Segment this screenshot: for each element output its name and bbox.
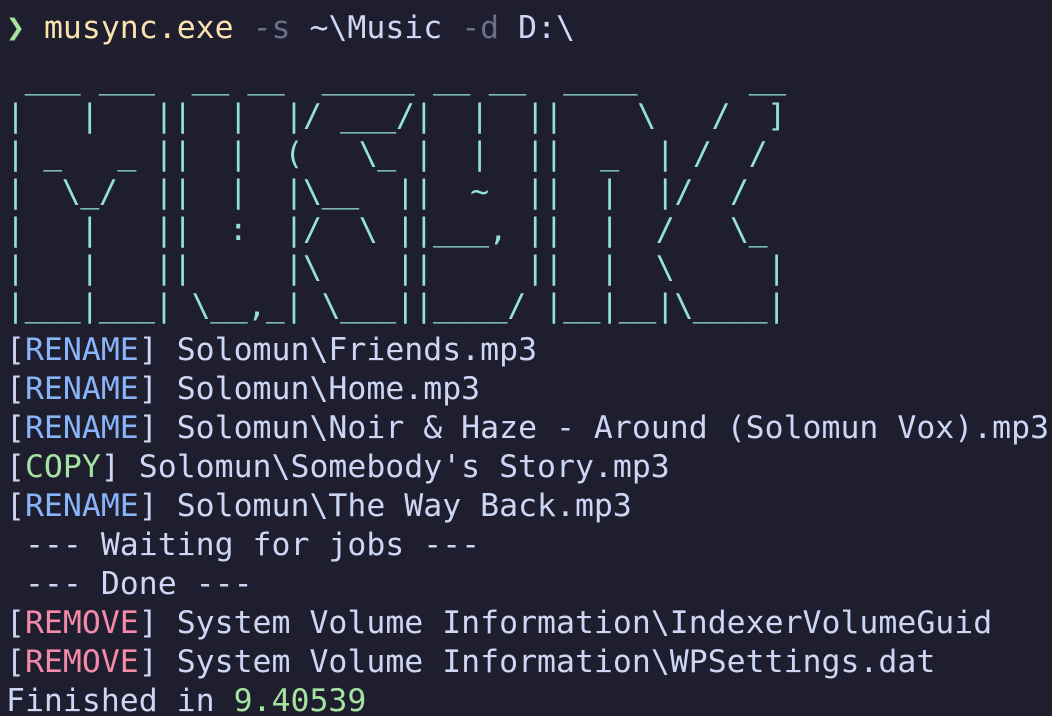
copy-tag: COPY <box>24 449 101 485</box>
log-path: System Volume Information\IndexerVolumeG… <box>176 605 993 641</box>
source-path: ~\Music <box>309 10 443 46</box>
logo-line: | | || |\ || || | \ | <box>6 250 786 286</box>
log-entry: [REMOVE] System Volume Information\WPSet… <box>6 644 936 680</box>
rename-tag: RENAME <box>24 332 139 368</box>
log-path: Solomun\Somebody's Story.mp3 <box>138 449 670 485</box>
log-entry: [COPY] Solomun\Somebody's Story.mp3 <box>6 449 670 485</box>
finished-line: Finished in 9.40539 <box>6 682 1052 716</box>
waiting-status: --- Waiting for jobs --- <box>6 527 481 563</box>
log-path: Solomun\The Way Back.mp3 <box>176 488 632 524</box>
elapsed-time: 9.40539 <box>233 683 367 716</box>
logo-line: | \_/ || | |\__ || ~ || | |/ / <box>6 174 786 210</box>
remove-tag: REMOVE <box>24 605 139 641</box>
dest-path: D:\ <box>518 10 576 46</box>
logo-line: | | || | |/ ___/| | || \ / ] <box>6 98 786 134</box>
log-path: Solomun\Home.mp3 <box>176 371 481 407</box>
remove-tag: REMOVE <box>24 644 139 680</box>
log-entry: [RENAME] Solomun\The Way Back.mp3 <box>6 488 632 524</box>
logo-line: | _ _ || | ( \_ | | || _ | / / <box>6 136 786 172</box>
logo-line: ___ ___ __ __ _____ __ __ ____ __ <box>6 60 805 96</box>
terminal-window[interactable]: ❯ musync.exe -s ~\Music -d D:\ ___ ___ _… <box>0 0 1052 716</box>
done-status: --- Done --- <box>6 566 253 602</box>
log-path: System Volume Information\WPSettings.dat <box>176 644 936 680</box>
log-path: Solomun\Noir & Haze - Around (Solomun Vo… <box>176 410 1050 446</box>
logo-line: | | || : |/ \ ||___, || | / \_ <box>6 212 786 248</box>
command-prompt-line: ❯ musync.exe -s ~\Music -d D:\ <box>6 8 1052 49</box>
log-path: Solomun\Friends.mp3 <box>176 332 538 368</box>
logo-line: |___|___| \__,_| \___||____/ |__|__|\___… <box>6 288 786 324</box>
command-name: musync.exe <box>43 10 234 46</box>
dest-flag: -d <box>461 10 500 46</box>
rename-tag: RENAME <box>24 371 139 407</box>
source-flag: -s <box>252 10 291 46</box>
log-entry: [RENAME] Solomun\Friends.mp3 <box>6 332 538 368</box>
rename-tag: RENAME <box>24 410 139 446</box>
log-entry: [REMOVE] System Volume Information\Index… <box>6 605 993 641</box>
log-entry: [RENAME] Solomun\Home.mp3 <box>6 371 481 407</box>
finished-label: Finished in <box>6 683 215 716</box>
ascii-logo: ___ ___ __ __ _____ __ __ ____ __ | | ||… <box>6 59 1052 325</box>
log-entry: [RENAME] Solomun\Noir & Haze - Around (S… <box>6 410 1050 446</box>
rename-tag: RENAME <box>24 488 139 524</box>
prompt-chevron-icon: ❯ <box>6 10 25 46</box>
